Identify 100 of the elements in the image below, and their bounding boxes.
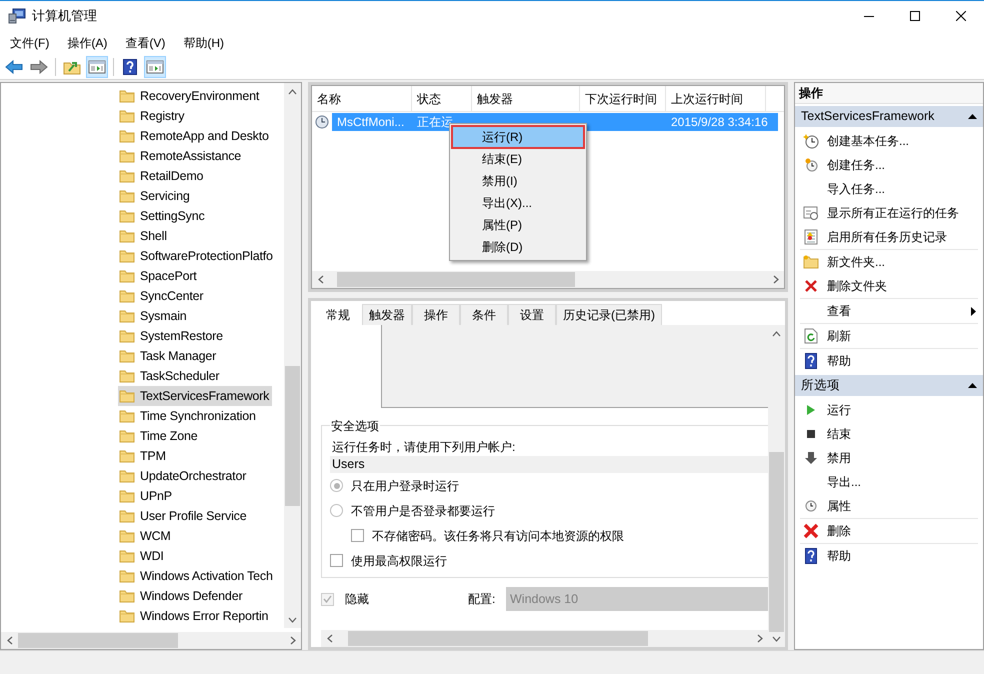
tree-item[interactable]: TextServicesFramework [118, 386, 272, 406]
pane-icon [146, 58, 164, 74]
menu-item[interactable]: 帮助(H) [176, 31, 231, 54]
tree-item[interactable]: RecoveryEnvironment [118, 86, 262, 106]
tree-item[interactable]: WDI [118, 546, 167, 566]
action-pane-button[interactable] [144, 56, 166, 78]
folder-icon [119, 229, 135, 243]
scrollbar-thumb[interactable] [769, 452, 784, 632]
action-item[interactable]: 创建基本任务... [800, 129, 978, 153]
action-item[interactable]: 禁用 [800, 446, 978, 470]
action-item[interactable]: 启用所有任务历史记录 [800, 225, 978, 249]
vertical-scrollbar[interactable] [768, 325, 785, 647]
tree-item[interactable]: Windows Defender [118, 586, 246, 606]
tree-item[interactable]: SystemRestore [118, 326, 226, 346]
column-header[interactable]: 上次运行时间 [666, 86, 766, 111]
checkbox[interactable] [330, 554, 343, 567]
column-header[interactable]: 状态 [412, 86, 472, 111]
tree-item[interactable]: RemoteAssistance [118, 146, 244, 166]
folder-icon [119, 269, 135, 283]
tree-item[interactable]: TaskScheduler [118, 366, 222, 386]
action-item[interactable]: 导出... [800, 470, 978, 494]
action-item[interactable]: 显示所有正在运行的任务 [800, 201, 978, 225]
action-item[interactable]: 帮助 [800, 544, 978, 568]
table-cell-text: MsCtfMoni... [336, 114, 406, 131]
menu-item[interactable]: 查看(V) [118, 31, 172, 54]
action-item[interactable]: 删除 [800, 519, 978, 543]
menu-item[interactable]: 导出(X)... [452, 192, 584, 214]
tree-item[interactable]: Windows Activation Tech [118, 566, 276, 586]
action-item[interactable]: 查看 [800, 299, 978, 323]
folder-icon [119, 89, 135, 103]
action-item[interactable]: 导入任务... [800, 177, 978, 201]
folder-icon [119, 249, 135, 263]
tree-item[interactable]: WCM [118, 526, 174, 546]
radio-button[interactable] [330, 504, 343, 517]
radio-button[interactable] [330, 479, 343, 492]
action-item[interactable]: 结束 [800, 422, 978, 446]
tab[interactable]: 操作 [412, 304, 460, 325]
tab[interactable]: 设置 [508, 304, 556, 325]
folder-icon [119, 369, 135, 383]
scrollbar-thumb[interactable] [348, 631, 648, 646]
folder-icon [119, 329, 135, 343]
menu-item[interactable]: 禁用(I) [452, 170, 584, 192]
tree-item[interactable]: Windows Error Reportin [118, 606, 272, 626]
tab[interactable]: 触发器 [362, 304, 412, 325]
tree-item[interactable]: SyncCenter [118, 286, 206, 306]
tree-item[interactable]: Sysmain [118, 306, 190, 326]
action-item[interactable]: 运行 [800, 398, 978, 422]
delete-icon [803, 523, 819, 539]
tree-item[interactable]: Shell [118, 226, 170, 246]
horizontal-scrollbar[interactable] [321, 630, 768, 647]
tree-item[interactable]: Registry [118, 106, 188, 126]
tab[interactable]: 历史记录(已禁用) [556, 304, 662, 325]
computer-icon [8, 8, 26, 24]
section-title: 所选项 [801, 377, 840, 394]
action-item[interactable]: 帮助 [800, 349, 978, 373]
tree-item[interactable]: Servicing [118, 186, 193, 206]
prompt-text: 运行任务时，请使用下列用户帐户: [332, 439, 516, 456]
clock-icon [803, 157, 819, 173]
column-header[interactable]: 触发器 [472, 86, 580, 111]
arrow-left-icon [5, 60, 23, 74]
tree-item[interactable]: RemoteApp and Deskto [118, 126, 272, 146]
checkbox[interactable] [351, 529, 364, 542]
scrollbar-thumb[interactable] [18, 633, 178, 648]
tree-item[interactable]: Time Synchronization [118, 406, 259, 426]
action-item[interactable]: 创建任务... [800, 153, 978, 177]
action-item[interactable]: 属性 [800, 494, 978, 518]
folder-icon [803, 255, 819, 269]
menu-item[interactable]: 删除(D) [452, 236, 584, 258]
horizontal-scrollbar[interactable] [1, 632, 301, 649]
scrollbar-thumb[interactable] [285, 366, 300, 506]
menu-item[interactable]: 结束(E) [452, 148, 584, 170]
action-item[interactable]: 删除文件夹 [800, 274, 978, 298]
tree-item[interactable]: SettingSync [118, 206, 208, 226]
folder-icon [119, 529, 135, 543]
action-item[interactable]: 新文件夹... [800, 250, 978, 274]
tree-item[interactable]: RetailDemo [118, 166, 206, 186]
column-header[interactable]: 名称 [312, 86, 412, 111]
console-tree-button[interactable] [86, 56, 108, 78]
tree-item[interactable]: User Profile Service [118, 506, 250, 526]
tree-item[interactable]: UpdateOrchestrator [118, 466, 250, 486]
menu-item[interactable]: 文件(F) [3, 31, 56, 54]
tree-item[interactable]: TPM [118, 446, 169, 466]
scrollbar-thumb[interactable] [337, 272, 575, 287]
section-header[interactable]: TextServicesFramework [795, 106, 983, 127]
tree-item[interactable]: SpacePort [118, 266, 200, 286]
folder-icon [119, 169, 135, 183]
action-item[interactable]: 刷新 [800, 324, 978, 348]
vertical-scrollbar[interactable] [284, 83, 301, 628]
menu-item[interactable]: 操作(A) [60, 31, 114, 54]
column-header[interactable]: 下次运行时间 [580, 86, 666, 111]
horizontal-scrollbar[interactable] [312, 271, 784, 288]
tab[interactable]: 条件 [460, 304, 508, 325]
tree-item[interactable]: SoftwareProtectionPlatfo [118, 246, 276, 266]
section-header[interactable]: 所选项 [795, 375, 983, 396]
menu-item[interactable]: 运行(R) [452, 126, 584, 148]
tree-item[interactable]: Time Zone [118, 426, 200, 446]
maximize-icon [910, 11, 920, 21]
menu-item[interactable]: 属性(P) [452, 214, 584, 236]
tree-item[interactable]: Task Manager [118, 346, 220, 366]
tree-item[interactable]: UPnP [118, 486, 175, 506]
